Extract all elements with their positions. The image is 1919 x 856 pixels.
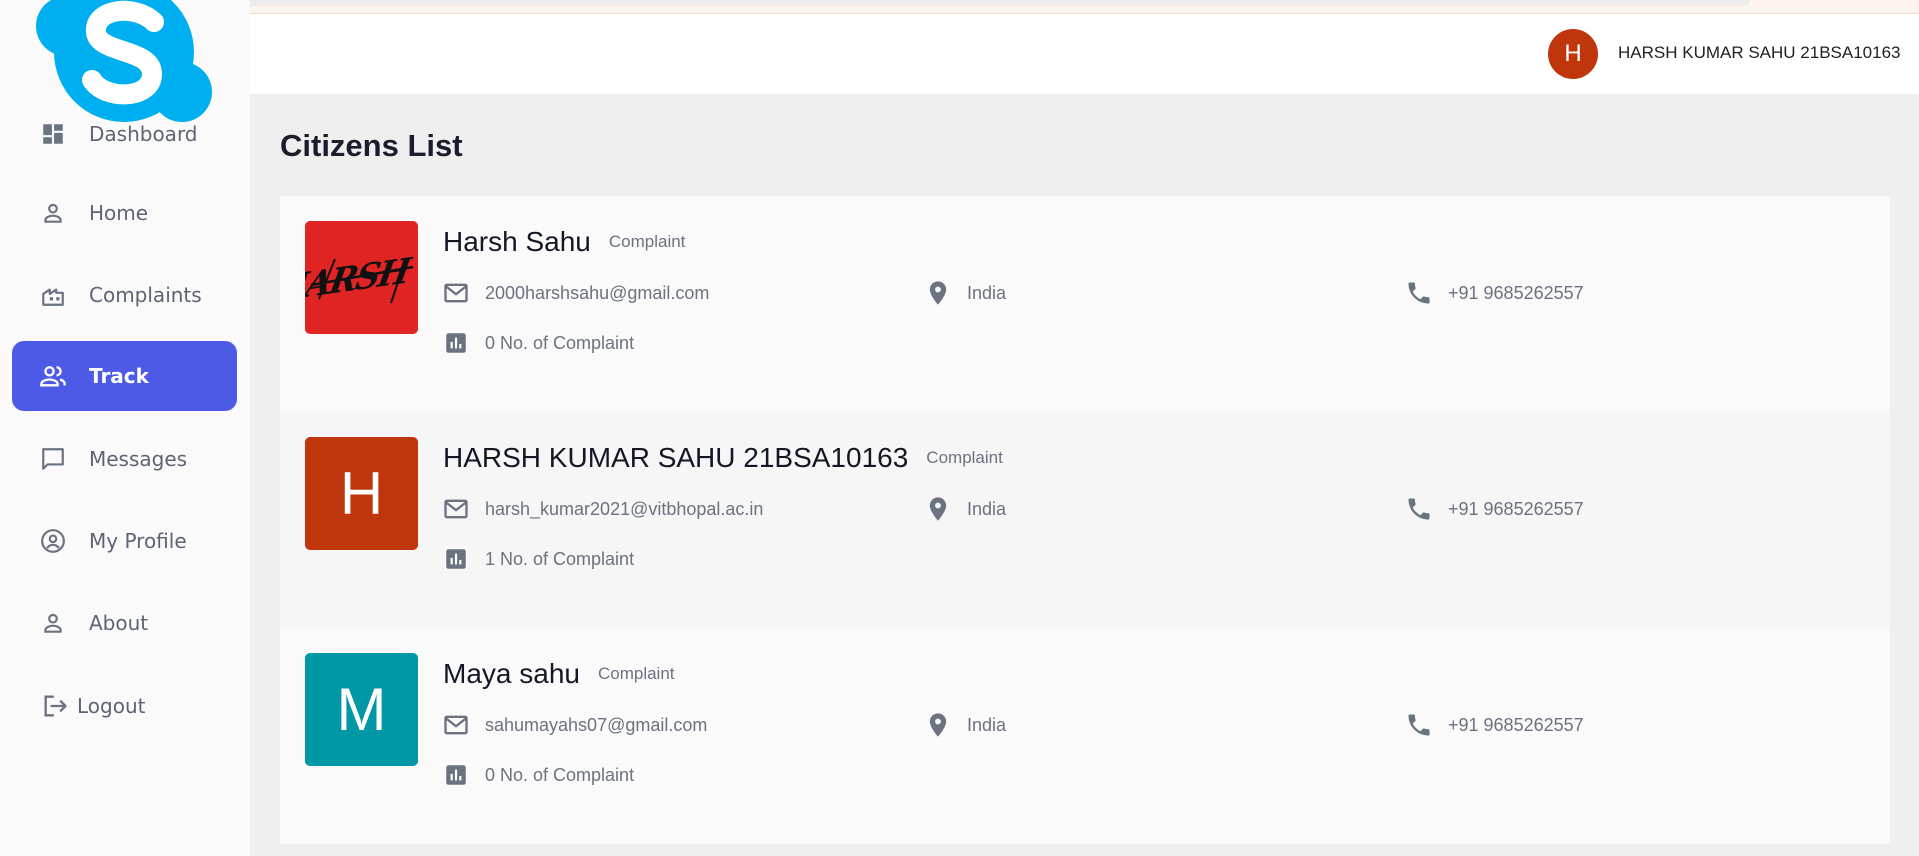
sidebar-item-my-profile[interactable]: My Profile — [12, 506, 237, 576]
harsh-signature-logo-icon: HARSH — [305, 250, 415, 310]
citizen-avatar: M — [305, 653, 418, 766]
complaint-count-field: 0 No. of Complaint — [441, 328, 634, 358]
group-icon — [38, 361, 68, 391]
complaint-tag: Complaint — [597, 664, 675, 683]
email-field: 2000harshsahu@gmail.com — [441, 278, 709, 308]
sidebar-item-label: My Profile — [89, 529, 187, 553]
citizen-name[interactable]: HARSH KUMAR SAHU 21BSA10163 — [443, 442, 908, 473]
sidebar-item-dashboard[interactable]: Dashboard — [12, 99, 237, 169]
bar-chart-icon — [441, 328, 471, 358]
citizen-avatar: HARSH — [305, 221, 418, 334]
citizen-name[interactable]: Harsh Sahu — [443, 226, 591, 257]
avatar[interactable]: H — [1548, 29, 1598, 79]
email-field: sahumayahs07@gmail.com — [441, 710, 707, 740]
sidebar-item-label: Logout — [77, 694, 146, 718]
citizen-name[interactable]: Maya sahu — [443, 658, 580, 689]
phone-icon — [1404, 710, 1434, 740]
sidebar-item-messages[interactable]: Messages — [12, 424, 237, 494]
email-value: sahumayahs07@gmail.com — [485, 714, 708, 735]
citizen-card[interactable]: H HARSH KUMAR SAHU 21BSA10163 Complaint h… — [280, 412, 1890, 628]
citizen-name-line: HARSH KUMAR SAHU 21BSA10163 Complaint — [443, 442, 1003, 474]
sidebar-item-logout[interactable]: Logout — [12, 671, 237, 741]
email-field: harsh_kumar2021@vitbhopal.ac.in — [441, 494, 763, 524]
complaint-count-field: 0 No. of Complaint — [441, 760, 634, 790]
phone-icon — [1404, 494, 1434, 524]
location-value: India — [967, 282, 1007, 303]
citizen-name-line: Harsh Sahu Complaint — [443, 226, 685, 258]
page-title: Citizens List — [280, 128, 463, 163]
sidebar-item-label: Track — [89, 364, 149, 388]
complaint-count-field: 1 No. of Complaint — [441, 544, 634, 574]
phone-field: +91 9685262557 — [1404, 278, 1584, 308]
sidebar-item-label: Dashboard — [89, 122, 198, 146]
location-value: India — [967, 498, 1007, 519]
complaint-count: 0 No. of Complaint — [485, 332, 635, 353]
dashboard-icon — [38, 119, 68, 149]
complaint-count: 0 No. of Complaint — [485, 764, 635, 785]
citizen-card[interactable]: HARSH Harsh Sahu Complaint 2000harshsahu@… — [280, 196, 1890, 412]
citizen-avatar: H — [305, 437, 418, 550]
location-value: India — [967, 714, 1007, 735]
sidebar-item-about[interactable]: About — [12, 588, 237, 658]
browser-top-strip — [0, 0, 1919, 14]
mail-icon — [441, 710, 471, 740]
bar-chart-icon — [441, 760, 471, 790]
sidebar-item-complaints[interactable]: Complaints — [12, 260, 237, 330]
complaint-count: 1 No. of Complaint — [485, 548, 635, 569]
complaint-tag: Complaint — [926, 448, 1003, 467]
phone-value: +91 9685262557 — [1448, 498, 1584, 519]
sidebar-item-label: Home — [89, 201, 149, 225]
sidebar-item-home[interactable]: Home — [12, 178, 237, 248]
location-pin-icon — [923, 278, 953, 308]
sidebar-item-label: Complaints — [89, 283, 202, 307]
account-circle-icon — [38, 526, 68, 556]
person-icon — [38, 198, 68, 228]
email-value: 2000harshsahu@gmail.com — [485, 282, 710, 303]
location-pin-icon — [923, 710, 953, 740]
sidebar-item-label: About — [89, 611, 149, 635]
citizens-list: HARSH Harsh Sahu Complaint 2000harshsahu@… — [280, 196, 1890, 844]
top-header: H HARSH KUMAR SAHU 21BSA10163 — [250, 14, 1919, 94]
mail-icon — [441, 494, 471, 524]
phone-icon — [1404, 278, 1434, 308]
mail-icon — [441, 278, 471, 308]
chat-icon — [38, 444, 68, 474]
location-field: India — [923, 710, 1006, 740]
citizen-card[interactable]: M Maya sahu Complaint sahumayahs07@gmail.… — [280, 628, 1890, 844]
sidebar-item-label: Messages — [89, 447, 188, 471]
location-pin-icon — [923, 494, 953, 524]
location-field: India — [923, 494, 1006, 524]
citizen-name-line: Maya sahu Complaint — [443, 658, 675, 690]
user-name[interactable]: HARSH KUMAR SAHU 21BSA10163 — [1618, 43, 1901, 63]
phone-field: +91 9685262557 — [1404, 494, 1584, 524]
phone-field: +91 9685262557 — [1404, 710, 1584, 740]
building-icon — [38, 280, 68, 310]
phone-value: +91 9685262557 — [1448, 714, 1584, 735]
email-value: harsh_kumar2021@vitbhopal.ac.in — [485, 498, 764, 519]
browser-top-bar — [150, 0, 1750, 6]
bar-chart-icon — [441, 544, 471, 574]
location-field: India — [923, 278, 1006, 308]
sidebar: Dashboard Home Complaints Track Messages… — [0, 0, 250, 856]
logout-icon — [40, 691, 70, 721]
complaint-tag: Complaint — [608, 232, 686, 251]
sidebar-item-track[interactable]: Track — [12, 341, 237, 411]
phone-value: +91 9685262557 — [1448, 282, 1584, 303]
person-icon — [38, 608, 68, 638]
